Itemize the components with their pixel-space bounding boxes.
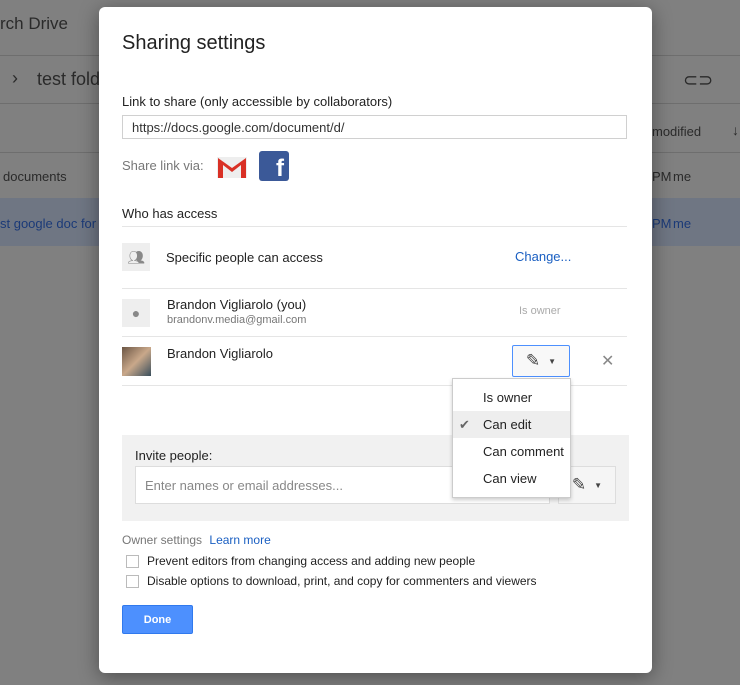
breadcrumb-folder[interactable]: test fold bbox=[37, 69, 100, 90]
pencil-icon: ✎ bbox=[571, 475, 587, 494]
share-link-input[interactable] bbox=[122, 115, 627, 139]
menu-item-can-view[interactable]: Can view bbox=[453, 465, 570, 492]
invite-label: Invite people: bbox=[135, 448, 213, 463]
menu-item-is-owner[interactable]: Is owner bbox=[453, 384, 570, 411]
link-icon[interactable]: ⊂⊃ bbox=[683, 70, 713, 91]
option-prevent-editors[interactable]: Prevent editors from changing access and… bbox=[126, 554, 475, 568]
person-name: Brandon Vigliarolo (you) bbox=[167, 297, 307, 312]
column-modified[interactable]: modified bbox=[652, 124, 701, 139]
sort-arrow-icon[interactable]: ↓ bbox=[732, 122, 739, 138]
chevron-right-icon: › bbox=[12, 68, 18, 88]
option-label: Prevent editors from changing access and… bbox=[147, 554, 476, 568]
sharing-settings-dialog: Sharing settings Link to share (only acc… bbox=[99, 7, 652, 673]
checkbox[interactable] bbox=[126, 554, 139, 568]
check-icon: ✔ bbox=[459, 417, 470, 432]
caret-down-icon: ▼ bbox=[548, 356, 557, 366]
change-access-link[interactable]: Change... bbox=[515, 249, 571, 264]
checkbox[interactable] bbox=[126, 574, 139, 588]
person-name: Brandon Vigliarolo bbox=[167, 346, 273, 361]
dialog-title: Sharing settings bbox=[122, 32, 266, 54]
person-email: brandonv.media@gmail.com bbox=[167, 314, 307, 326]
gmail-icon[interactable] bbox=[216, 154, 248, 180]
group-icon: 👥︎ bbox=[122, 243, 150, 271]
link-label: Link to share (only accessible by collab… bbox=[122, 94, 393, 109]
share-via-label: Share link via: bbox=[122, 158, 204, 173]
owner-settings-label: Owner settings bbox=[122, 533, 203, 547]
done-button[interactable]: Done bbox=[122, 605, 193, 634]
owner-role: Is owner bbox=[519, 305, 561, 317]
file-row-owner: me bbox=[673, 216, 692, 231]
file-row-time: PM bbox=[652, 216, 672, 231]
avatar bbox=[122, 347, 151, 376]
permission-dropdown[interactable]: ✎ ▼ bbox=[512, 345, 570, 377]
file-row-name[interactable]: st google doc for s bbox=[0, 216, 106, 231]
menu-item-label: Can edit bbox=[483, 417, 532, 432]
person-icon: ● bbox=[122, 299, 150, 327]
learn-more-link[interactable]: Learn more bbox=[209, 533, 270, 547]
file-row-time: PM bbox=[652, 169, 672, 184]
access-level: Specific people can access bbox=[166, 250, 323, 265]
owner-settings-row: Owner settings Learn more bbox=[122, 533, 271, 547]
permission-menu: Is owner ✔ Can edit Can comment Can view bbox=[452, 378, 571, 498]
caret-down-icon: ▼ bbox=[594, 480, 603, 490]
option-label: Disable options to download, print, and … bbox=[147, 574, 537, 588]
menu-item-can-edit[interactable]: ✔ Can edit bbox=[453, 411, 570, 438]
search-drive[interactable]: rch Drive bbox=[0, 14, 68, 34]
file-row-name[interactable]: documents bbox=[3, 169, 67, 184]
facebook-icon[interactable]: f bbox=[259, 151, 289, 182]
remove-person-icon[interactable]: ✕ bbox=[601, 351, 614, 371]
pencil-icon: ✎ bbox=[525, 351, 541, 370]
option-disable-download[interactable]: Disable options to download, print, and … bbox=[126, 574, 537, 588]
who-has-access-heading: Who has access bbox=[122, 206, 218, 221]
file-row-owner: me bbox=[673, 169, 692, 184]
menu-item-can-comment[interactable]: Can comment bbox=[453, 438, 570, 465]
